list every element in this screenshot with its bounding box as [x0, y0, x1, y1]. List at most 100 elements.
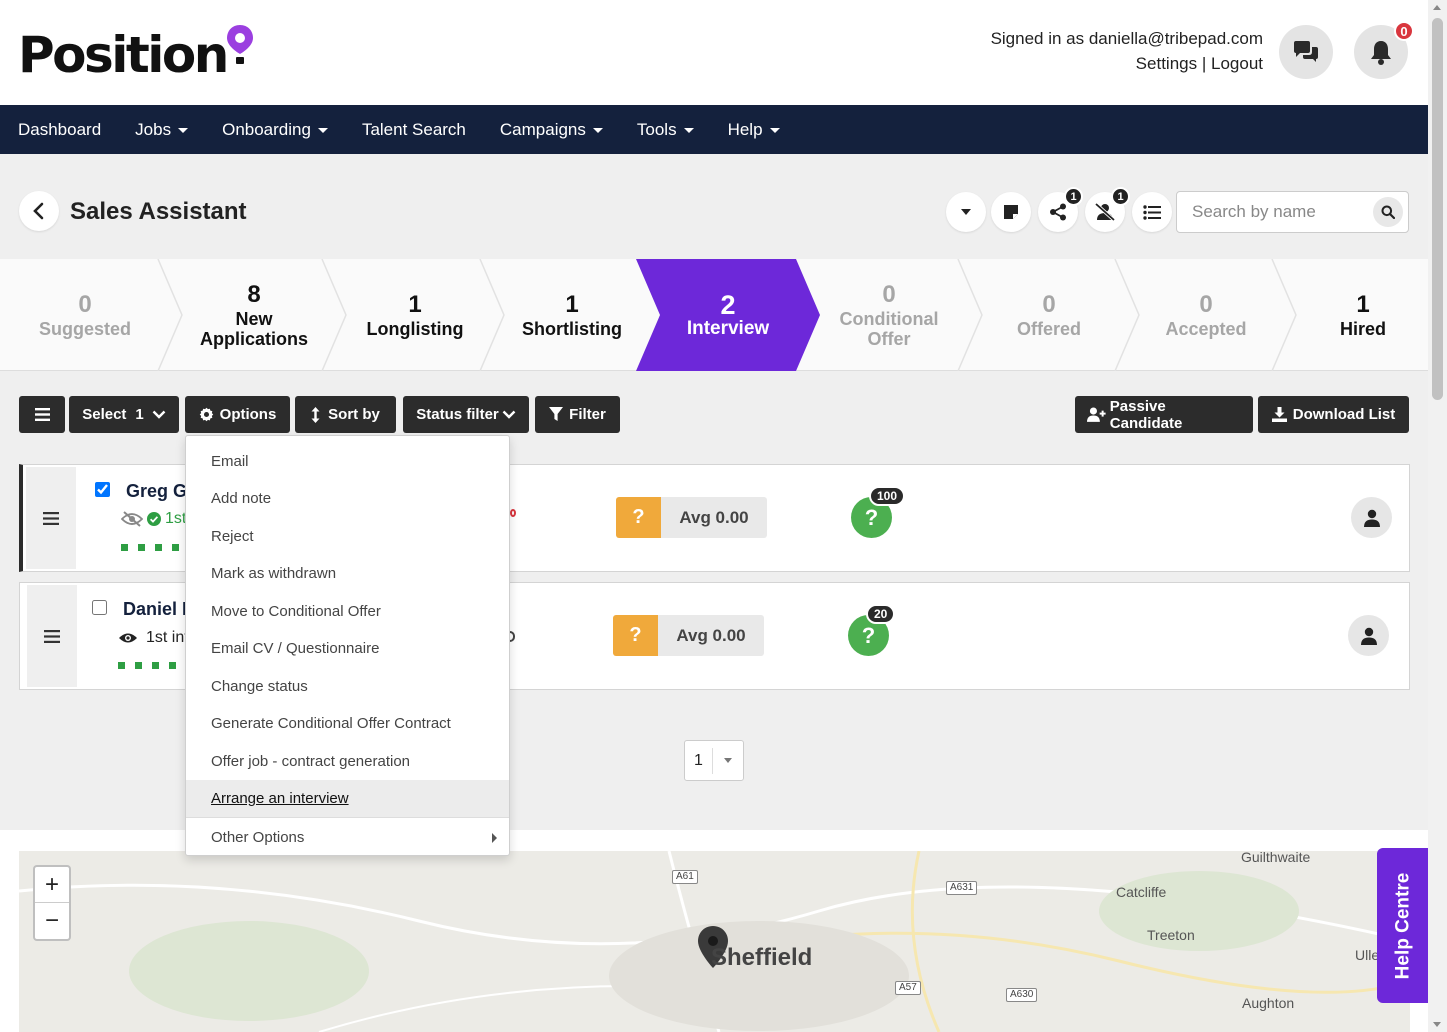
notifications-button[interactable]: 0 — [1354, 21, 1414, 79]
hidden-users-button[interactable]: 1 — [1085, 187, 1130, 232]
caret-down-icon — [961, 209, 971, 215]
drag-handle[interactable] — [27, 585, 77, 687]
share-button[interactable]: 1 — [1038, 187, 1083, 232]
passive-candidate-button[interactable]: Passive Candidate — [1075, 396, 1253, 433]
messages-button[interactable] — [1279, 25, 1333, 79]
nav-talent-search[interactable]: Talent Search — [362, 120, 466, 140]
stage-count: 1 — [408, 291, 422, 318]
search-icon — [1381, 205, 1395, 219]
stage-suggested[interactable]: 0 Suggested — [0, 259, 170, 371]
select-button[interactable]: Select 1 — [69, 396, 179, 433]
help-centre-tab[interactable]: Help Centre — [1377, 848, 1429, 1003]
stage-count: 1 — [1356, 291, 1370, 318]
menu-button[interactable] — [19, 396, 65, 433]
nav-jobs[interactable]: Jobs — [135, 120, 189, 140]
list-view-button[interactable] — [1132, 192, 1172, 232]
stage-conditional-offer[interactable]: 0 Conditional Offer — [810, 259, 968, 371]
chevron-down-icon — [502, 410, 516, 419]
nav-onboarding[interactable]: Onboarding — [222, 120, 328, 140]
stage-new-applications[interactable]: 8 New Applications — [170, 259, 338, 371]
scrollbar-thumb[interactable] — [1432, 18, 1443, 400]
candidate-name[interactable]: Greg G — [126, 481, 187, 502]
menu-item-email-cv-questionnaire[interactable]: Email CV / Questionnaire — [186, 630, 509, 667]
zoom-in-button[interactable]: + — [35, 867, 69, 903]
sort-arrows-icon — [311, 406, 320, 423]
sort-by-button[interactable]: Sort by — [295, 396, 396, 433]
drag-handle[interactable] — [26, 467, 76, 569]
other-options-label: Other Options — [211, 829, 305, 846]
candidate-checkbox[interactable] — [92, 600, 107, 615]
nav-campaigns[interactable]: Campaigns — [500, 120, 603, 140]
stage-label: Offered — [1016, 319, 1081, 339]
eye-icon[interactable] — [118, 631, 138, 645]
eye-slash-icon[interactable] — [121, 511, 143, 527]
filter-button[interactable]: Filter — [535, 396, 620, 433]
stage-count: 1 — [565, 291, 579, 318]
rating-average: Avg 0.00 — [661, 497, 767, 538]
stage-label: Longlisting — [366, 319, 464, 339]
menu-item-offer-job-contract[interactable]: Offer job - contract generation — [186, 743, 509, 780]
scroll-up-arrow-icon[interactable] — [1433, 5, 1441, 10]
profile-button[interactable] — [1348, 615, 1389, 656]
account-info: Signed in as daniella@tribepad.com Setti… — [991, 26, 1263, 76]
menu-item-arrange-interview[interactable]: Arrange an interview — [186, 780, 509, 817]
logout-link[interactable]: Logout — [1211, 54, 1263, 73]
map-place-label: Guilthwaite — [1241, 851, 1311, 865]
download-list-button[interactable]: Download List — [1258, 396, 1409, 433]
nav-dashboard[interactable]: Dashboard — [18, 120, 101, 140]
profile-button[interactable] — [1351, 497, 1392, 538]
candidate-name[interactable]: Daniel I — [123, 599, 187, 620]
options-button[interactable]: Options — [185, 396, 290, 433]
menu-item-other-options[interactable]: Other Options — [186, 819, 509, 856]
menu-item-add-note[interactable]: Add note — [186, 480, 509, 517]
caret-down-icon — [592, 128, 603, 133]
back-button[interactable] — [19, 191, 59, 231]
menu-item-email[interactable]: Email — [186, 443, 509, 480]
settings-link[interactable]: Settings — [1136, 54, 1197, 73]
stage-label-line2: Applications — [199, 329, 308, 349]
drag-lines-icon — [43, 511, 59, 525]
stage-interview[interactable]: 2 Interview — [648, 259, 808, 371]
stage-label: New — [235, 309, 273, 329]
menu-divider — [186, 817, 509, 818]
menu-item-change-status[interactable]: Change status — [186, 668, 509, 705]
stage-label: Suggested — [38, 319, 131, 339]
stage-count: 2 — [720, 290, 736, 320]
stage-hired[interactable]: 1 Hired — [1285, 259, 1441, 371]
page-select[interactable]: 1 — [684, 740, 744, 781]
questionnaire-score[interactable]: ? 100 — [851, 486, 906, 538]
notes-button[interactable] — [991, 192, 1031, 232]
menu-item-generate-offer-contract[interactable]: Generate Conditional Offer Contract — [186, 705, 509, 742]
hamburger-icon — [34, 408, 50, 421]
candidate-checkbox[interactable] — [95, 482, 110, 497]
stage-accepted[interactable]: 0 Accepted — [1127, 259, 1285, 371]
status-filter-label: Status filter — [416, 406, 499, 423]
scroll-down-arrow-icon[interactable] — [1433, 1022, 1441, 1027]
position-logo[interactable]: Position — [18, 24, 255, 80]
stage-offered[interactable]: 0 Offered — [970, 259, 1128, 371]
nav-label: Dashboard — [18, 119, 102, 139]
rating-score[interactable]: ? Avg 0.00 — [616, 497, 767, 538]
status-filter-button[interactable]: Status filter — [403, 396, 529, 433]
menu-item-reject[interactable]: Reject — [186, 518, 509, 555]
rating-score[interactable]: ? Avg 0.00 — [613, 615, 764, 656]
search-input[interactable] — [1192, 202, 1362, 222]
menu-item-move-conditional-offer[interactable]: Move to Conditional Offer — [186, 593, 509, 630]
more-dropdown-button[interactable] — [946, 192, 986, 232]
questionnaire-count-badge: 20 — [866, 604, 896, 624]
candidate-search — [1176, 191, 1409, 233]
download-label: Download List — [1292, 406, 1396, 423]
search-button[interactable] — [1373, 197, 1403, 227]
menu-item-mark-withdrawn[interactable]: Mark as withdrawn — [186, 555, 509, 592]
stage-count: 8 — [247, 281, 261, 308]
questionnaire-score[interactable]: ? 20 — [848, 604, 896, 656]
candidate-map[interactable]: + − Sheffield Guilthwaite Catcliffe Tree… — [19, 851, 1410, 1032]
partial-indicator-icon — [510, 509, 516, 517]
map-place-label: Catcliffe — [1116, 884, 1167, 900]
nav-help[interactable]: Help — [728, 120, 780, 140]
page-scrollbar[interactable] — [1428, 0, 1447, 1032]
nav-tools[interactable]: Tools — [637, 120, 694, 140]
zoom-out-button[interactable]: − — [35, 903, 69, 939]
stage-longlisting[interactable]: 1 Longlisting — [338, 259, 492, 371]
stage-shortlisting[interactable]: 1 Shortlisting — [492, 259, 652, 371]
